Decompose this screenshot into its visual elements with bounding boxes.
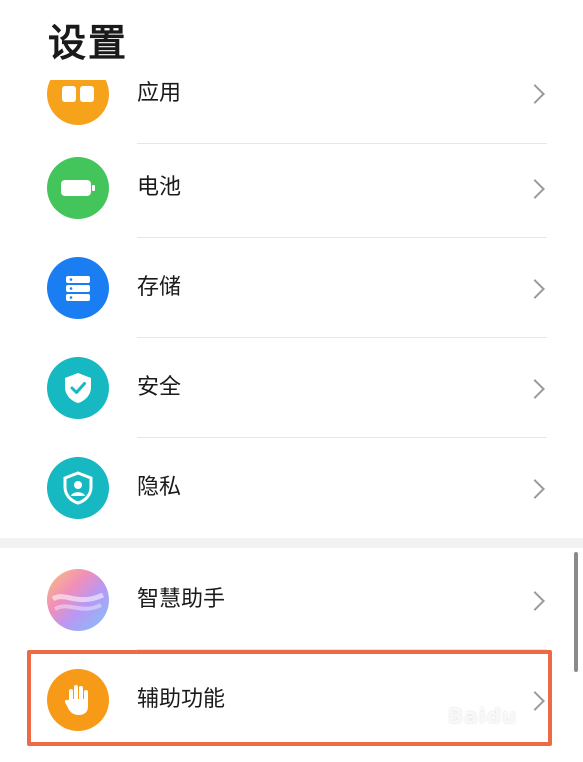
chevron-right-icon [525, 84, 545, 104]
settings-item-label: 电池 [137, 175, 182, 200]
storage-icon [47, 257, 109, 319]
highlight-box [27, 650, 552, 746]
chevron-right-icon [525, 379, 545, 399]
settings-item-label: 安全 [137, 375, 182, 400]
apps-icon [47, 80, 109, 125]
smart-assistant-icon [47, 569, 109, 631]
settings-item-label: 隐私 [137, 475, 182, 500]
privacy-shield-icon [47, 457, 109, 519]
settings-item-battery[interactable]: 电池 [0, 138, 583, 238]
chevron-right-icon [525, 591, 545, 611]
page-title: 设置 [48, 21, 129, 65]
settings-item-storage[interactable]: 存储 [0, 238, 583, 338]
battery-icon [47, 157, 109, 219]
settings-item-security[interactable]: 安全 [0, 338, 583, 438]
shield-check-icon [47, 357, 109, 419]
settings-item-privacy[interactable]: 隐私 [0, 438, 583, 538]
settings-item-label: 存储 [137, 275, 182, 300]
chevron-right-icon [525, 279, 545, 299]
settings-group-1: 应用 电池 存储 安全 隐私 [0, 80, 583, 538]
settings-item-smart-assistant[interactable]: 智慧助手 [0, 550, 583, 650]
settings-item-label: 应用 [137, 81, 182, 106]
scrollbar[interactable] [574, 552, 578, 672]
settings-item-apps[interactable]: 应用 [0, 80, 583, 144]
chevron-right-icon [525, 179, 545, 199]
header: 设置 [0, 0, 583, 80]
watermark: Baidu [448, 704, 518, 728]
chevron-right-icon [525, 479, 545, 499]
settings-item-label: 智慧助手 [137, 587, 226, 612]
